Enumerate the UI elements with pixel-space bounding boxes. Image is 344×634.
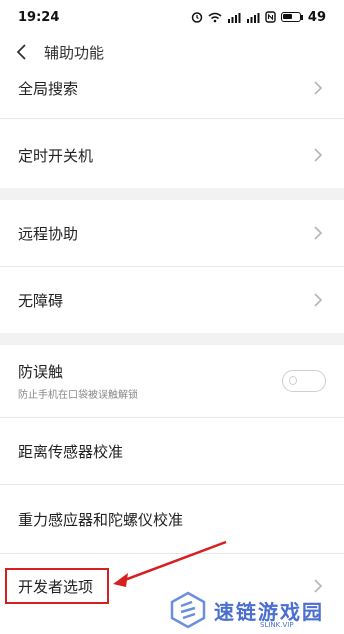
watermark-subtext: SLINK.VIP xyxy=(260,621,294,629)
annotation-arrow xyxy=(113,540,227,587)
watermark-logo-icon xyxy=(170,591,206,629)
watermark: 速链游戏园 SLINK.VIP xyxy=(168,588,338,632)
